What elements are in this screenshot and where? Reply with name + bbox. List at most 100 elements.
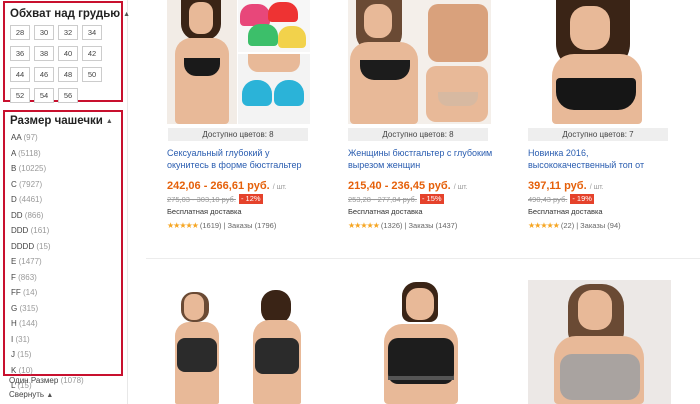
cup-size-option[interactable]: C (7927) <box>11 177 51 193</box>
cup-item-label: J <box>11 350 15 359</box>
collapse-label: Свернуть <box>9 390 45 399</box>
product-title[interactable]: Новинка 2016, высококачественный топ от <box>528 147 673 171</box>
chest-size-option[interactable]: 54 <box>34 88 54 103</box>
review-count[interactable]: (1619) <box>200 221 222 230</box>
yellow-swatch <box>278 26 306 48</box>
cup-item-count: (15) <box>17 350 32 359</box>
price-unit: / шт. <box>453 184 468 191</box>
free-shipping: Бесплатная доставка <box>167 207 242 216</box>
cup-item-label: A <box>11 148 16 158</box>
discount-badge: - 12% <box>238 194 263 204</box>
cup-size-option[interactable]: B (10225) <box>11 161 51 177</box>
cup-item-label: DD <box>11 210 23 220</box>
cup-size-option[interactable]: A (5118) <box>11 146 51 162</box>
star-rating-icon: ★★★★★ <box>348 221 380 230</box>
chest-size-option[interactable]: 56 <box>58 88 78 103</box>
cup-size-option[interactable]: DD (866) <box>11 208 51 224</box>
chest-filter-title[interactable]: Обхват над грудью ▲ <box>10 8 130 20</box>
product-image-blue[interactable] <box>238 54 310 124</box>
star-rating-icon: ★★★★★ <box>528 221 560 230</box>
cup-size-option[interactable]: I (31) <box>11 332 51 348</box>
cup-size-option[interactable]: FF (14) <box>11 285 51 301</box>
chest-size-option[interactable]: 42 <box>82 46 102 61</box>
chest-size-option[interactable]: 34 <box>82 25 102 40</box>
chest-size-option[interactable]: 28 <box>10 25 30 40</box>
cup-filter-title[interactable]: Размер чашечки ▲ <box>10 115 113 127</box>
cup-item-one-size[interactable]: Один Размер (1078) <box>9 376 84 385</box>
product-image-1[interactable] <box>167 0 237 124</box>
chest-size-option[interactable]: 52 <box>10 88 30 103</box>
sports-bra-shape <box>177 338 217 372</box>
collapse-link[interactable]: Свернуть ▲ <box>9 390 53 399</box>
chest-size-option[interactable]: 40 <box>58 46 78 61</box>
chest-size-option[interactable]: 36 <box>10 46 30 61</box>
chest-size-option[interactable]: 48 <box>58 67 78 82</box>
model-face <box>570 6 610 50</box>
review-count[interactable]: (1326) <box>381 221 403 230</box>
model-hair-back <box>261 290 291 324</box>
chest-size-option[interactable]: 50 <box>82 67 102 82</box>
cup-item-count: (144) <box>19 319 38 328</box>
caret-up-icon[interactable]: ▲ <box>123 11 130 18</box>
cup-item-count: (315) <box>19 303 39 313</box>
old-price-line: 275,03 - 303,10 руб. - 12% <box>167 194 263 204</box>
product-image-2[interactable] <box>348 0 491 124</box>
chest-size-option[interactable]: 38 <box>34 46 54 61</box>
cup-size-option[interactable]: DDD (161) <box>11 223 51 239</box>
review-count[interactable]: (22) <box>561 221 574 230</box>
product-image-4[interactable] <box>167 280 310 404</box>
cup-size-list: AA (97) A (5118) B (10225) C (7927) D (4461)… <box>11 130 51 394</box>
cup-item-count: (7927) <box>19 179 43 189</box>
product-title[interactable]: Сексуальный глубокий у окунитесь в форме… <box>167 147 312 171</box>
cup-item-count: (5118) <box>18 148 41 158</box>
chest-size-option[interactable]: 46 <box>34 67 54 82</box>
product-rating: ★★★★★ (22) | Заказы (94) <box>528 221 621 230</box>
chest-size-option[interactable]: 30 <box>34 25 54 40</box>
price-value: 242,06 - 266,61 руб. <box>167 180 270 192</box>
product-price: 215,40 - 236,45 руб. / шт. <box>348 180 468 192</box>
chest-size-option[interactable]: 32 <box>58 25 78 40</box>
cup-item-count: (97) <box>23 133 38 142</box>
discount-badge: - 19% <box>570 194 594 204</box>
product-title[interactable]: Женщины бюстгальтер с глубоким вырезом ж… <box>348 147 493 171</box>
pink-swatch <box>240 4 270 26</box>
model-face <box>184 294 204 320</box>
discount-badge: - 15% <box>419 194 444 204</box>
cup-size-option[interactable]: F (863) <box>11 270 51 286</box>
nude-bra-shape <box>438 92 478 106</box>
product-image-colors[interactable] <box>238 0 310 52</box>
cup-size-option[interactable]: DDDD (15) <box>11 239 51 255</box>
row-divider <box>146 258 700 259</box>
cup-size-option[interactable]: J (15) <box>11 347 51 363</box>
chest-size-option[interactable]: 44 <box>10 67 30 82</box>
cup-size-option[interactable]: H (144) <box>11 316 51 332</box>
cup-size-option[interactable]: D (4461) <box>11 192 51 208</box>
cup-size-option[interactable]: AA (97) <box>11 130 51 146</box>
caret-up-icon[interactable]: ▲ <box>106 118 113 125</box>
model-torso <box>175 38 229 124</box>
product-image-6[interactable] <box>528 280 671 404</box>
cup-item-count: (31) <box>15 334 30 344</box>
separator: | <box>576 221 579 230</box>
cup-item-label: F <box>11 272 16 282</box>
product-image-3[interactable] <box>528 0 671 124</box>
product-image-5[interactable] <box>348 280 491 404</box>
cup-size-option[interactable]: E (1477) <box>11 254 51 270</box>
model-face <box>189 2 213 34</box>
cup-item-count: (10) <box>18 365 33 375</box>
cup-item-label: D <box>11 195 17 204</box>
product-price: 397,11 руб. / шт. <box>528 180 604 192</box>
price-unit: / шт. <box>589 184 604 191</box>
cup-item-count: (863) <box>18 272 37 282</box>
order-count[interactable]: Заказы (94) <box>580 221 621 230</box>
cup-item-label: K <box>11 365 17 375</box>
cup-size-option[interactable]: G (315) <box>11 301 51 317</box>
green-swatch <box>248 24 278 46</box>
bra-shape <box>184 58 220 76</box>
model-torso <box>350 42 418 124</box>
order-count[interactable]: Заказы (1796) <box>228 221 277 230</box>
bra-band <box>388 376 454 380</box>
order-count[interactable]: Заказы (1437) <box>409 221 458 230</box>
bra-shape <box>556 78 636 110</box>
old-price: 253,28 - 277,84 руб. <box>348 194 417 204</box>
